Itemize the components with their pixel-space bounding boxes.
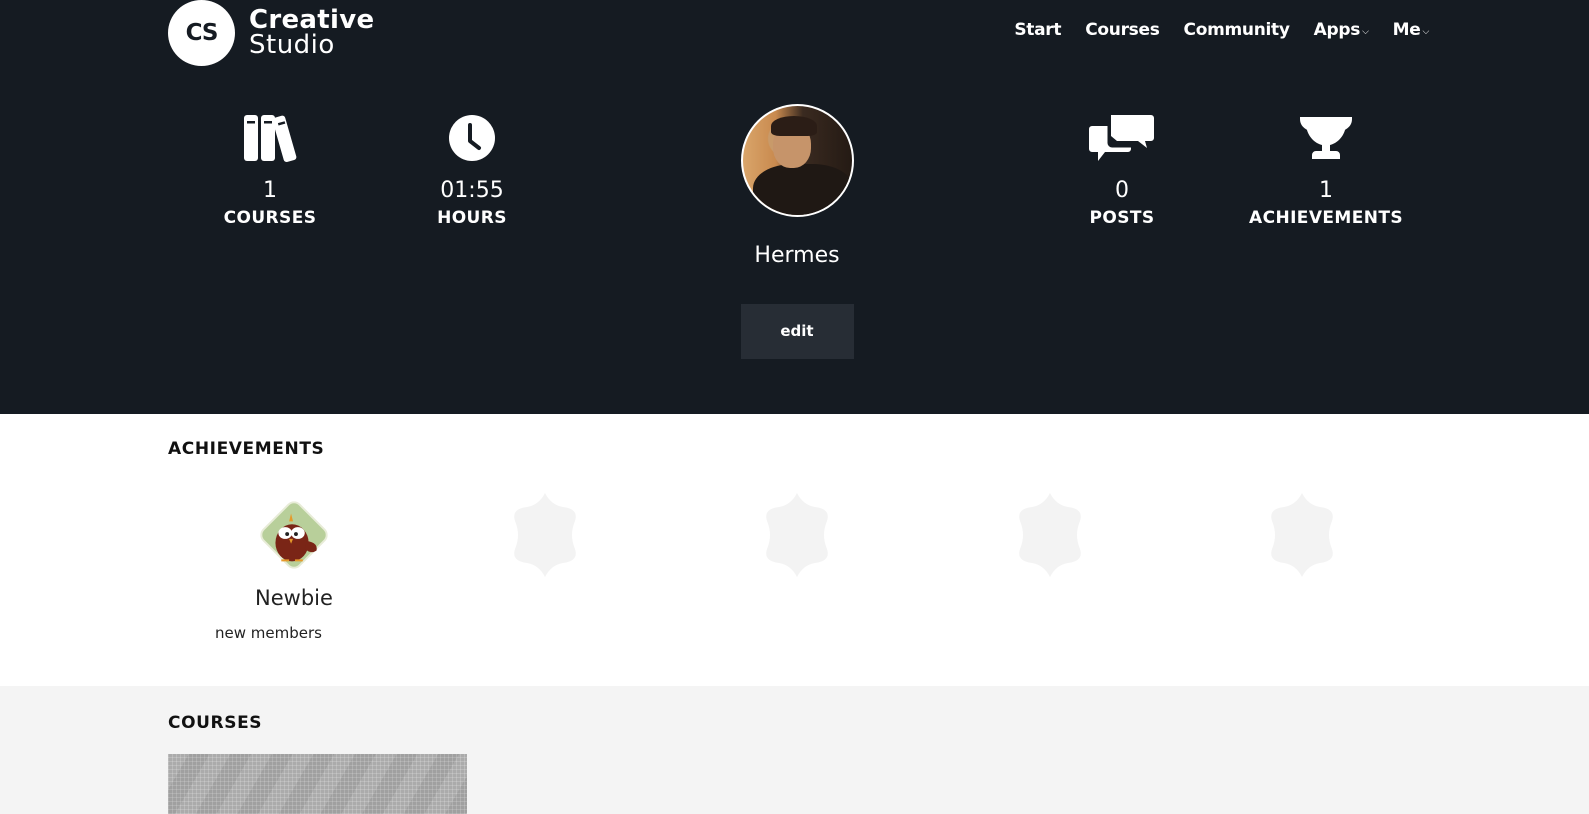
badge-locked[interactable] xyxy=(455,492,635,578)
nav-apps[interactable]: Apps ⌵ xyxy=(1314,20,1369,40)
locked-badge-icon xyxy=(1008,492,1092,578)
achievements-count: 1 xyxy=(1319,178,1333,203)
logo-line-2: Studio xyxy=(249,30,335,60)
books-icon xyxy=(170,112,370,164)
logo-badge: CS xyxy=(168,0,235,66)
stat-achievements: 1 ACHIEVEMENTS xyxy=(1226,112,1426,228)
nav-apps-label: Apps xyxy=(1313,20,1361,40)
logo-text: Creative Studio xyxy=(249,7,374,60)
nav-me-label: Me xyxy=(1392,20,1421,40)
badge-locked[interactable] xyxy=(707,492,887,578)
avatar[interactable] xyxy=(740,104,854,217)
stat-courses: 1 COURSES xyxy=(170,112,370,228)
courses-label: COURSES xyxy=(223,208,317,228)
badge-description: new members xyxy=(215,624,322,642)
badge-locked[interactable] xyxy=(960,492,1140,578)
chevron-down-icon: ⌵ xyxy=(1362,26,1369,37)
brand-logo[interactable]: CS Creative Studio xyxy=(168,0,374,66)
main-nav: Start Courses Community Apps ⌵ Me ⌵ xyxy=(990,20,1429,40)
posts-count: 0 xyxy=(1115,178,1129,203)
nav-start-label: Start xyxy=(1014,20,1062,40)
locked-badge-icon xyxy=(1260,492,1344,578)
chat-bubbles-icon xyxy=(1022,112,1222,164)
edit-profile-button[interactable]: edit xyxy=(740,304,854,359)
nav-courses[interactable]: Courses xyxy=(1085,20,1160,40)
badge-name: Newbie xyxy=(255,586,333,610)
achievements-section: ACHIEVEMENTS Newbie new members xyxy=(0,414,1589,686)
posts-label: POSTS xyxy=(1089,208,1155,228)
achievements-heading: ACHIEVEMENTS xyxy=(168,439,325,459)
course-card-thumbnail[interactable] xyxy=(168,754,467,814)
profile-name: Hermes xyxy=(754,243,840,268)
courses-section: COURSES xyxy=(0,686,1589,814)
chevron-down-icon: ⌵ xyxy=(1422,26,1429,37)
clock-icon xyxy=(372,112,572,164)
nav-community[interactable]: Community xyxy=(1184,20,1290,40)
nav-courses-label: Courses xyxy=(1085,20,1160,40)
profile-card: Hermes edit xyxy=(697,104,897,359)
hours-value: 01:55 xyxy=(440,178,504,203)
courses-count: 1 xyxy=(263,178,277,203)
stat-posts: 0 POSTS xyxy=(1022,112,1222,228)
nav-start[interactable]: Start xyxy=(1014,20,1061,40)
owl-badge-icon xyxy=(252,492,336,578)
hours-label: HOURS xyxy=(437,208,507,228)
nav-me[interactable]: Me ⌵ xyxy=(1392,20,1430,40)
courses-heading: COURSES xyxy=(168,713,263,733)
nav-community-label: Community xyxy=(1183,20,1290,40)
locked-badge-icon xyxy=(503,492,587,578)
badge-locked[interactable] xyxy=(1212,492,1392,578)
trophy-icon xyxy=(1226,112,1426,164)
stat-hours: 01:55 HOURS xyxy=(372,112,572,228)
locked-badge-icon xyxy=(755,492,839,578)
achievements-label: ACHIEVEMENTS xyxy=(1249,208,1403,228)
badge-newbie[interactable]: Newbie new members xyxy=(204,492,384,642)
profile-header: CS Creative Studio Start Courses Communi… xyxy=(0,0,1589,414)
